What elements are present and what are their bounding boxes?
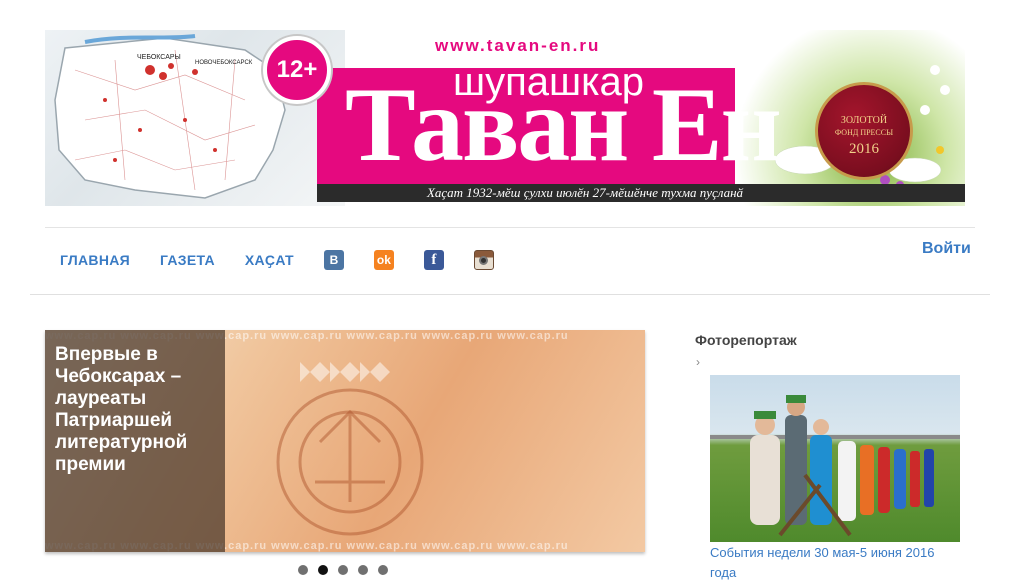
site-banner[interactable]: ЧЕБОКСАРЫ НОВОЧЕБОКСАРСК www.tavan-en.ru…	[45, 30, 965, 206]
slide-caption[interactable]: Впервые в Чебоксарах – лауреаты Патриарш…	[55, 344, 221, 476]
map-label-city1: ЧЕБОКСАРЫ	[137, 54, 181, 61]
seal-year: 2016	[849, 141, 879, 157]
slider-dot[interactable]	[338, 565, 348, 575]
slider-pagination	[298, 565, 398, 575]
chevron-right-icon[interactable]: ›	[696, 355, 700, 369]
login-link[interactable]: Войти	[922, 240, 971, 258]
photoreport-heading: Фоторепортаж	[695, 332, 797, 348]
instagram-icon[interactable]	[473, 250, 494, 270]
seal-line2: ФОНД ПРЕССЫ	[834, 128, 894, 137]
map-label-city2: НОВОЧЕБОКСАРСК	[195, 60, 253, 66]
vk-icon[interactable]: В	[323, 250, 344, 270]
slider-dot[interactable]	[298, 565, 308, 575]
odnoklassniki-icon[interactable]: ok	[373, 250, 394, 270]
slider-dot[interactable]	[358, 565, 368, 575]
newspaper-tagline: Хаҫат 1932-мӗш ҫулхи июлӗн 27-мӗшӗнче ту…	[426, 185, 744, 200]
chuvash-emblem-icon	[276, 362, 424, 536]
slide-caption-panel: Впервые в Чебоксарах – лауреаты Патриарш…	[45, 330, 225, 552]
facebook-icon[interactable]: f	[423, 250, 444, 270]
nav-item-newspaper[interactable]: ГАЗЕТА	[160, 252, 215, 268]
photoreport-image[interactable]	[710, 375, 960, 542]
newspaper-title: Таван Ен	[345, 66, 782, 183]
nav-item-hasat[interactable]: ХАҪАТ	[245, 252, 294, 268]
site-url: www.tavan-en.ru	[435, 36, 601, 55]
photoreport-caption-link[interactable]: События недели 30 мая-5 июня 2016 года	[710, 543, 960, 582]
golden-fund-seal: ЗОЛОТОЙ ФОНД ПРЕССЫ 2016	[815, 82, 913, 180]
nav-divider-top	[45, 227, 975, 228]
seal-line1: ЗОЛОТОЙ	[840, 115, 888, 126]
featured-slider[interactable]: www.cap.ru www.cap.ru www.cap.ru www.cap…	[45, 330, 645, 552]
main-nav: ГЛАВНАЯ ГАЗЕТА ХАҪАТ В ok f	[45, 246, 509, 274]
slider-dot-active[interactable]	[318, 565, 328, 575]
nav-item-home[interactable]: ГЛАВНАЯ	[60, 252, 130, 268]
age-rating-badge: 12+	[263, 36, 331, 104]
nav-divider-bottom	[30, 294, 990, 295]
slider-dot[interactable]	[378, 565, 388, 575]
